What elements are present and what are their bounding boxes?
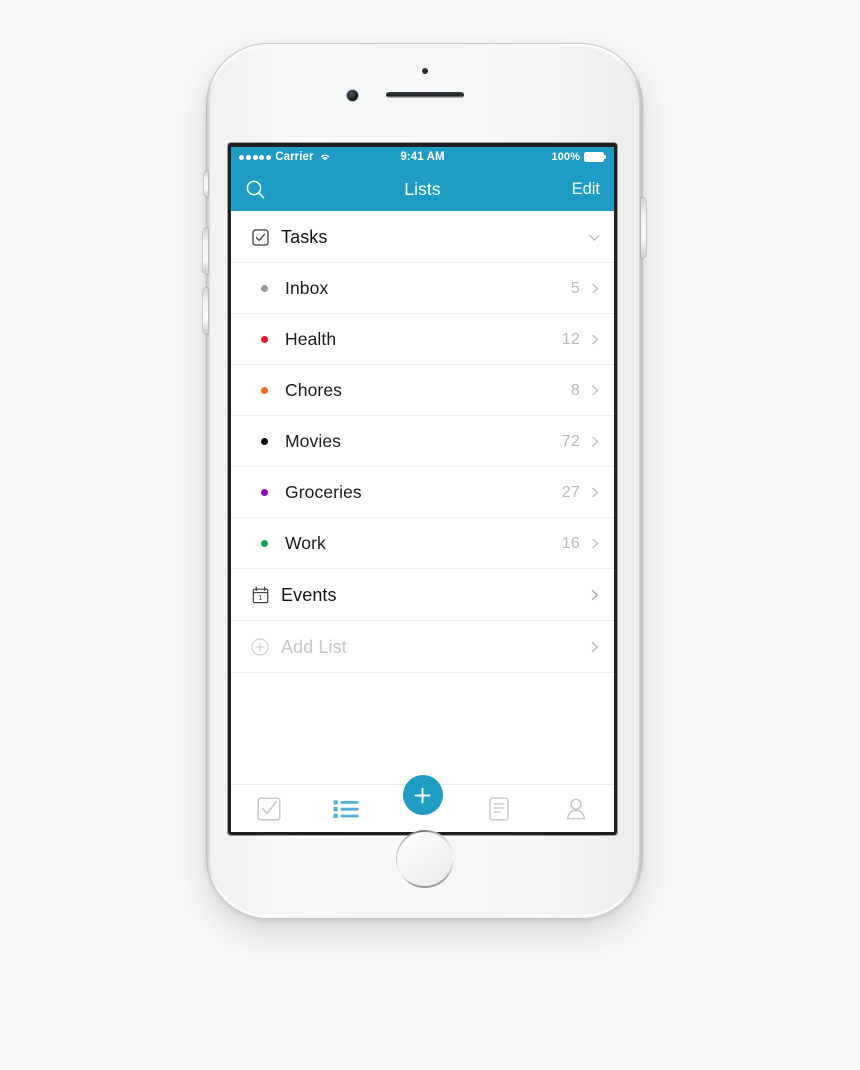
plus-circle-icon: [249, 638, 271, 656]
battery-percent-label: 100%: [551, 151, 580, 163]
volume-up-button[interactable]: [203, 228, 208, 274]
dot: [260, 438, 268, 445]
list-color-dot-icon: [253, 489, 275, 496]
checkbox-check-icon: [249, 228, 271, 246]
home-button[interactable]: [395, 830, 454, 888]
silent-switch[interactable]: [204, 171, 208, 197]
chevron-right-icon: [592, 538, 599, 549]
svg-text:1: 1: [258, 595, 262, 602]
chevron-right-icon: [591, 589, 598, 601]
list-item-label: Work: [285, 533, 326, 553]
search-icon[interactable]: [245, 179, 266, 200]
add-list-row[interactable]: Add List: [231, 621, 614, 673]
volume-down-button[interactable]: [203, 288, 208, 334]
chevron-right-icon: [592, 436, 599, 447]
list-color-dot-icon: [253, 285, 275, 292]
list-item-count: 5: [570, 279, 580, 297]
tab-tasks[interactable]: [231, 785, 308, 832]
list-item-count: 27: [561, 483, 580, 501]
screenshot-stage: Carrier 9:41 AM 100% Lists Edit Tasks In…: [0, 0, 860, 1070]
list-item[interactable]: Groceries 27: [231, 467, 614, 518]
chevron-right-icon: [592, 283, 599, 294]
list-color-dot-icon: [253, 540, 275, 547]
list-item-label: Movies: [285, 431, 342, 451]
plus-icon: [413, 786, 432, 805]
chevron-down-icon: [589, 234, 600, 241]
tab-notes[interactable]: [461, 785, 538, 832]
list-item-label: Health: [285, 329, 337, 349]
front-camera-icon: [347, 90, 358, 101]
list-item-label: Groceries: [285, 482, 362, 502]
group-header-tasks[interactable]: Tasks: [231, 211, 614, 263]
group-header-events[interactable]: 1 Events: [231, 569, 614, 621]
list-color-dot-icon: [253, 336, 275, 343]
chevron-right-icon: [592, 487, 599, 498]
list-item-count: 8: [570, 381, 580, 399]
chevron-right-icon: [591, 641, 598, 653]
earpiece-speaker: [385, 92, 464, 98]
list-item-count: 16: [561, 534, 580, 552]
list-item[interactable]: Inbox 5: [231, 263, 614, 314]
status-bar-right: 100%: [551, 151, 606, 163]
tab-people[interactable]: [537, 785, 614, 832]
list-color-dot-icon: [253, 438, 275, 445]
group-label: Events: [281, 584, 337, 605]
phone-device: Carrier 9:41 AM 100% Lists Edit Tasks In…: [203, 43, 646, 919]
list-item-count: 72: [561, 432, 580, 450]
power-button[interactable]: [641, 198, 646, 258]
home-button-face: [397, 831, 452, 887]
add-button[interactable]: [402, 775, 443, 815]
chevron-right-icon: [592, 385, 599, 396]
dot: [260, 285, 268, 292]
home-button-ring: [395, 830, 454, 888]
edit-button[interactable]: Edit: [572, 180, 600, 199]
tab-lists[interactable]: [308, 785, 385, 832]
tab-bar: [231, 775, 614, 832]
dot: [260, 489, 268, 496]
checkbox-check-icon: [257, 796, 281, 821]
document-lines-icon: [489, 796, 509, 821]
status-bar: Carrier 9:41 AM 100%: [231, 147, 614, 167]
dot: [260, 540, 268, 547]
person-icon: [564, 797, 588, 821]
list-color-dot-icon: [253, 387, 275, 394]
dot: [260, 336, 268, 343]
calendar-icon: 1: [249, 586, 271, 604]
proximity-sensor-icon: [421, 68, 428, 74]
nav-bar: Lists Edit: [231, 167, 614, 211]
lists-table: Tasks Inbox 5 Health 12 Chores 8 Movies …: [231, 211, 614, 784]
battery-full-icon: [584, 152, 606, 162]
page-title: Lists: [404, 178, 441, 199]
screen-bezel: Carrier 9:41 AM 100% Lists Edit Tasks In…: [228, 143, 617, 835]
list-item[interactable]: Chores 8: [231, 365, 614, 416]
chevron-right-icon: [592, 334, 599, 345]
list-item[interactable]: Health 12: [231, 314, 614, 365]
list-item-label: Inbox: [285, 278, 329, 298]
list-item[interactable]: Work 16: [231, 518, 614, 569]
list-item-label: Chores: [285, 380, 343, 400]
group-accessory[interactable]: [587, 230, 602, 245]
list-item[interactable]: Movies 72: [231, 416, 614, 467]
phone-screen: Carrier 9:41 AM 100% Lists Edit Tasks In…: [231, 147, 614, 832]
group-label: Tasks: [281, 226, 328, 247]
list-bullets-icon: [333, 798, 359, 820]
add-list-label: Add List: [281, 636, 347, 657]
list-item-count: 12: [561, 330, 580, 348]
dot: [260, 387, 268, 394]
